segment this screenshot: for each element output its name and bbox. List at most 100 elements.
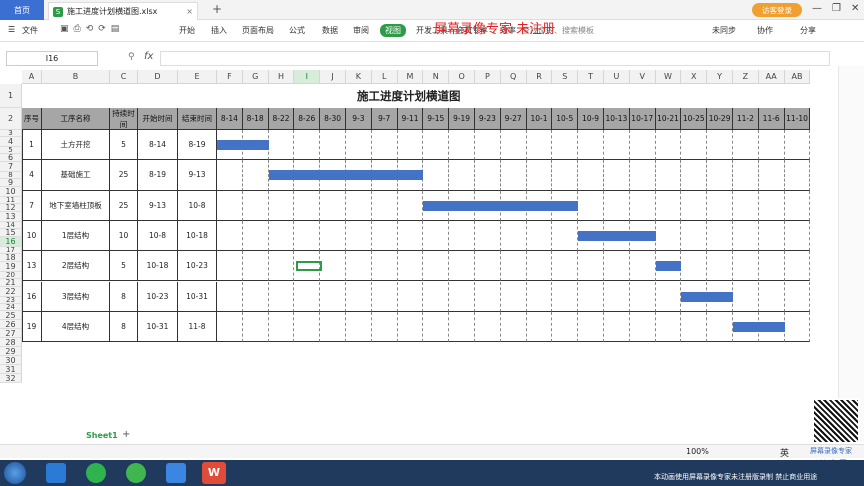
gantt-cell[interactable] xyxy=(423,311,450,343)
gantt-cell[interactable] xyxy=(681,190,708,221)
quick-access-icons[interactable]: ▣⎙⟲⟳▤ xyxy=(60,24,124,34)
gantt-cell[interactable] xyxy=(784,281,811,312)
gantt-cell[interactable] xyxy=(320,130,346,161)
date-header-cell[interactable]: 11-10 xyxy=(784,108,811,130)
gantt-cell[interactable] xyxy=(397,130,424,161)
column-header[interactable]: P xyxy=(475,70,501,84)
gantt-cell[interactable] xyxy=(552,311,579,343)
gantt-cell[interactable] xyxy=(552,130,579,161)
gantt-cell[interactable] xyxy=(371,251,398,282)
menu-review[interactable]: 审阅 xyxy=(353,25,369,36)
gantt-cell[interactable] xyxy=(655,220,682,252)
gantt-cell[interactable] xyxy=(552,281,579,312)
task-end[interactable]: 10-18 xyxy=(178,220,217,252)
sheet-tab[interactable]: Sheet1 xyxy=(86,431,118,440)
row-header[interactable]: 25 xyxy=(0,311,22,320)
gantt-cell[interactable] xyxy=(346,130,372,161)
gantt-cell[interactable] xyxy=(707,190,733,221)
row-header[interactable]: 30 xyxy=(0,356,22,365)
gantt-cell[interactable] xyxy=(526,281,553,312)
task-start[interactable]: 8-19 xyxy=(138,160,178,191)
gantt-cell[interactable] xyxy=(217,190,243,221)
column-header[interactable]: S xyxy=(552,70,579,84)
gantt-cell[interactable] xyxy=(397,220,424,252)
column-header[interactable]: F xyxy=(217,70,243,84)
gantt-cell[interactable] xyxy=(449,311,475,343)
row-header[interactable]: 2 xyxy=(0,108,22,130)
gantt-cell[interactable] xyxy=(733,220,759,252)
menu-view[interactable]: 视图 xyxy=(380,24,406,37)
row-header[interactable]: 31 xyxy=(0,365,22,374)
column-header[interactable]: V xyxy=(629,70,656,84)
gantt-cell[interactable] xyxy=(242,251,269,282)
column-header[interactable]: X xyxy=(681,70,708,84)
gantt-cell[interactable] xyxy=(397,311,424,343)
menu-insert[interactable]: 插入 xyxy=(211,25,227,36)
column-header[interactable]: T xyxy=(578,70,604,84)
gantt-cell[interactable] xyxy=(707,130,733,161)
gantt-cell[interactable] xyxy=(423,130,450,161)
gantt-cell[interactable] xyxy=(449,281,475,312)
task-name[interactable]: 3层结构 xyxy=(42,281,110,312)
column-header[interactable]: A xyxy=(22,70,42,84)
row-header[interactable]: 21 xyxy=(0,279,22,287)
gantt-cell[interactable] xyxy=(733,190,759,221)
task-start[interactable]: 8-14 xyxy=(138,130,178,161)
date-header-cell[interactable]: 8-22 xyxy=(268,108,295,130)
table-header-cell[interactable]: 持续时间 xyxy=(110,108,138,130)
table-header-cell[interactable]: 开始时间 xyxy=(138,108,178,130)
gantt-cell[interactable] xyxy=(371,190,398,221)
date-header-cell[interactable]: 9-15 xyxy=(423,108,450,130)
gantt-cell[interactable] xyxy=(320,281,346,312)
task-name[interactable]: 基础施工 xyxy=(42,160,110,191)
gantt-cell[interactable] xyxy=(217,281,243,312)
task-duration[interactable]: 8 xyxy=(110,311,138,343)
tab-file[interactable]: S 施工进度计划横道图.xlsx × xyxy=(48,2,198,20)
gantt-cell[interactable] xyxy=(604,251,630,282)
gantt-cell[interactable] xyxy=(604,311,630,343)
row-header[interactable]: 32 xyxy=(0,374,22,383)
gantt-cell[interactable] xyxy=(784,220,811,252)
task-seq[interactable]: 16 xyxy=(22,281,42,312)
row-header[interactable]: 3 xyxy=(0,130,22,137)
gantt-cell[interactable] xyxy=(475,220,501,252)
menu-home[interactable]: 开始 xyxy=(179,25,195,36)
row-header[interactable]: 9 xyxy=(0,179,22,187)
wps-icon[interactable]: W xyxy=(202,462,226,484)
gantt-cell[interactable] xyxy=(733,130,759,161)
date-header-cell[interactable]: 8-14 xyxy=(217,108,243,130)
gantt-cell[interactable] xyxy=(784,251,811,282)
gantt-cell[interactable] xyxy=(707,220,733,252)
task-duration[interactable]: 10 xyxy=(110,220,138,252)
gantt-cell[interactable] xyxy=(526,311,553,343)
gantt-cell[interactable] xyxy=(475,311,501,343)
gantt-cell[interactable] xyxy=(629,251,656,282)
gantt-cell[interactable] xyxy=(242,281,269,312)
gantt-cell[interactable] xyxy=(217,160,243,191)
column-header[interactable]: K xyxy=(346,70,372,84)
task-seq[interactable]: 7 xyxy=(22,190,42,221)
gantt-cell[interactable] xyxy=(733,281,759,312)
gantt-cell[interactable] xyxy=(604,160,630,191)
task-start[interactable]: 10-23 xyxy=(138,281,178,312)
date-header-cell[interactable]: 9-19 xyxy=(449,108,475,130)
gantt-cell[interactable] xyxy=(500,220,527,252)
tab-home[interactable]: 首页 xyxy=(0,0,44,20)
row-header[interactable]: 29 xyxy=(0,347,22,356)
gantt-cell[interactable] xyxy=(423,281,450,312)
row-header[interactable]: 26 xyxy=(0,320,22,329)
gantt-cell[interactable] xyxy=(371,311,398,343)
gantt-cell[interactable] xyxy=(346,190,372,221)
row-header[interactable]: 6 xyxy=(0,154,22,162)
gantt-cell[interactable] xyxy=(217,311,243,343)
gantt-cell[interactable] xyxy=(784,130,811,161)
gantt-cell[interactable] xyxy=(707,311,733,343)
gantt-cell[interactable] xyxy=(758,160,785,191)
gantt-cell[interactable] xyxy=(552,160,579,191)
gantt-cell[interactable] xyxy=(526,251,553,282)
task-seq[interactable]: 4 xyxy=(22,160,42,191)
task-name[interactable]: 2层结构 xyxy=(42,251,110,282)
gantt-cell[interactable] xyxy=(294,190,321,221)
gantt-cell[interactable] xyxy=(475,130,501,161)
column-header[interactable]: L xyxy=(371,70,398,84)
